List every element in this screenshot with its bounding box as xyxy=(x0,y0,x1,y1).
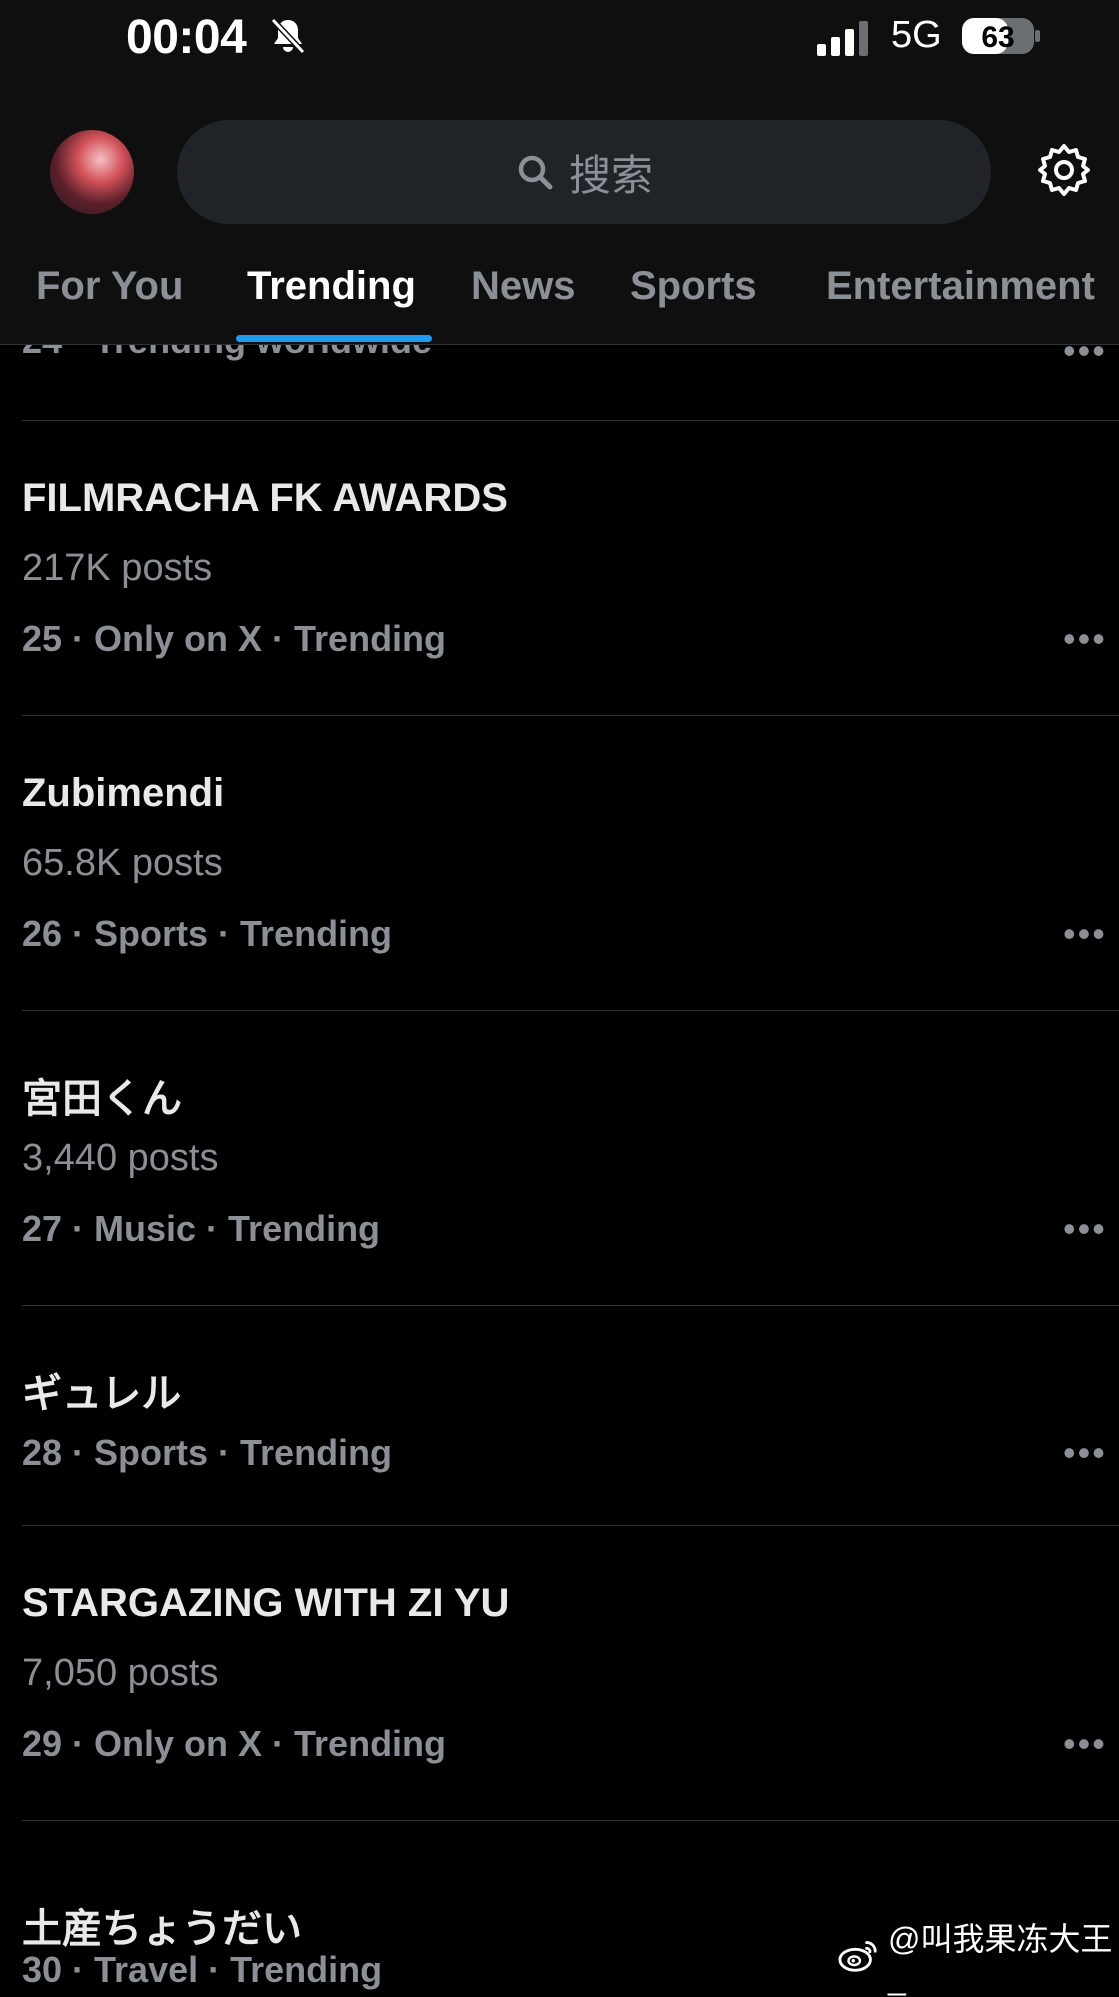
trend-meta: 25 · Only on X · Trending xyxy=(22,618,447,659)
avatar[interactable] xyxy=(50,130,134,214)
gear-icon[interactable] xyxy=(1036,142,1092,198)
tab-sports[interactable]: Sports xyxy=(630,264,757,309)
tab-for-you[interactable]: For You xyxy=(36,264,183,309)
status-bar: 00:04 5G 63 xyxy=(0,0,1119,80)
tab-trending[interactable]: Trending xyxy=(247,264,416,309)
more-icon[interactable]: ••• xyxy=(1063,618,1107,660)
network-type: 5G xyxy=(891,14,942,56)
trend-item[interactable]: FILMRACHA FK AWARDS 217K posts 25 · Only… xyxy=(0,421,1119,715)
more-icon[interactable]: ••• xyxy=(1063,1208,1107,1250)
trend-post-count: 217K posts xyxy=(22,547,213,589)
trend-meta: 29 · Only on X · Trending xyxy=(22,1723,447,1764)
more-icon[interactable]: ••• xyxy=(1063,913,1107,955)
signal-icon xyxy=(817,21,868,56)
tab-news[interactable]: News xyxy=(471,264,576,309)
watermark-text: @叫我果冻大王_ xyxy=(887,1920,1113,1996)
status-time: 00:04 xyxy=(126,11,247,64)
search-bar[interactable]: 搜索 xyxy=(177,120,991,224)
more-icon[interactable]: ••• xyxy=(1063,1723,1107,1765)
watermark: @叫我果冻大王_ xyxy=(838,1921,1119,1996)
tab-entertainment[interactable]: Entertainment xyxy=(826,264,1095,309)
trend-topic: ギュレル xyxy=(22,1372,182,1416)
tab-bar: For You Trending News Sports Entertainme… xyxy=(0,250,1119,345)
trend-item[interactable]: 宮田くん 3,440 posts 27 · Music · Trending •… xyxy=(0,1011,1119,1305)
trend-post-count: 65.8K posts xyxy=(22,842,223,884)
weibo-icon xyxy=(838,1941,877,1972)
search-icon xyxy=(518,155,553,190)
bell-off-icon xyxy=(270,17,306,55)
trend-topic: FILMRACHA FK AWARDS xyxy=(22,476,508,520)
trend-topic: Zubimendi xyxy=(22,771,225,815)
trend-topic: 宮田くん xyxy=(22,1077,182,1121)
trend-topic: STARGAZING WITH ZI YU xyxy=(22,1581,510,1625)
more-icon[interactable]: ••• xyxy=(1063,1432,1107,1474)
trend-post-count: 3,440 posts xyxy=(22,1137,219,1179)
header: 00:04 5G 63 搜索 For You Trending News Spo… xyxy=(0,0,1119,345)
trend-meta: 28 · Sports · Trending xyxy=(22,1432,393,1473)
search-input[interactable]: 搜索 xyxy=(569,142,653,203)
trend-meta: 26 · Sports · Trending xyxy=(22,913,393,954)
active-tab-indicator xyxy=(236,335,432,342)
trend-item[interactable]: Zubimendi 65.8K posts 26 · Sports · Tren… xyxy=(0,716,1119,1010)
battery-level: 63 xyxy=(981,21,1014,54)
header-divider xyxy=(0,344,1119,345)
trend-meta: 27 · Music · Trending xyxy=(22,1208,381,1249)
trend-item[interactable]: ギュレル 28 · Sports · Trending ••• xyxy=(0,1306,1119,1525)
trend-topic: 土産ちょうだい xyxy=(22,1907,302,1951)
trend-post-count: 7,050 posts xyxy=(22,1652,219,1694)
trend-item[interactable]: STARGAZING WITH ZI YU 7,050 posts 29 · O… xyxy=(0,1526,1119,1820)
battery-icon: 63 xyxy=(962,18,1040,54)
